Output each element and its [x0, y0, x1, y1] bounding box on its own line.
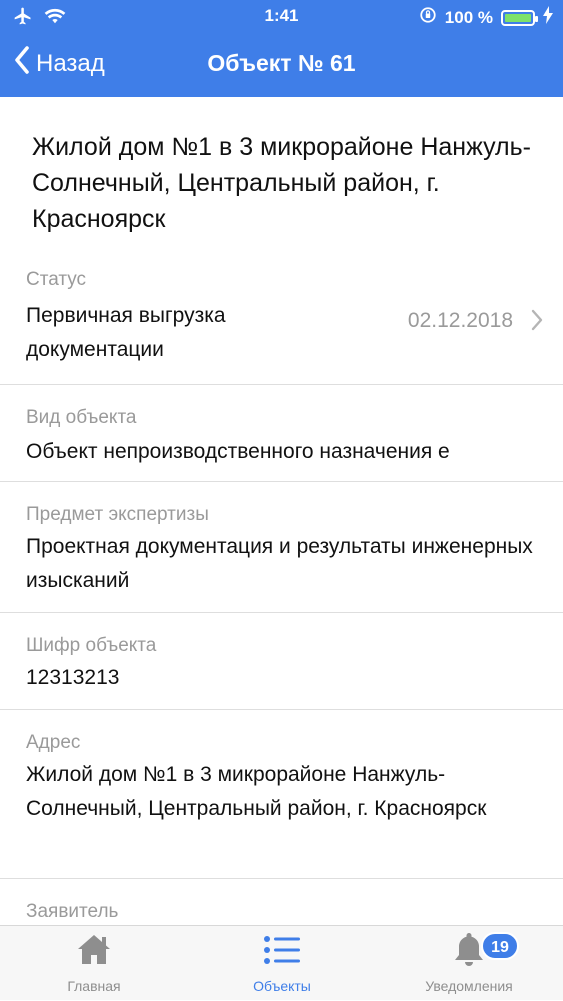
- status-date: 02.12.2018: [407, 309, 513, 332]
- status-right: 100 %: [419, 6, 553, 29]
- status-row[interactable]: Статус Первичная выгрузка документации 0…: [0, 247, 563, 385]
- object-kind-row: Вид объекта Объект непроизводственного н…: [0, 385, 563, 482]
- address-label: Адрес: [26, 732, 81, 753]
- tab-bar: Главная Объекты Уведомления 19: [0, 925, 563, 1000]
- object-heading: Жилой дом №1 в 3 микрорайоне Нанжуль-Сол…: [32, 133, 531, 233]
- navigation-bar: Назад Объект № 61: [0, 34, 563, 97]
- applicant-label: Заявитель: [26, 901, 119, 922]
- applicant-row: Заявитель: [0, 879, 563, 925]
- notification-badge: 19: [481, 932, 519, 960]
- charging-icon: [543, 6, 553, 29]
- battery-icon: [501, 9, 538, 26]
- list-icon: [262, 933, 302, 972]
- object-kind-label: Вид объекта: [26, 407, 137, 428]
- tab-notifications-label: Уведомления: [425, 978, 513, 994]
- address-value: Жилой дом №1 в 3 микрорайоне Нанжуль-Сол…: [26, 763, 487, 820]
- bell-icon: [453, 931, 485, 972]
- status-bar: 1:41 100 %: [0, 0, 563, 34]
- tab-objects-label: Объекты: [253, 978, 311, 994]
- tab-home[interactable]: Главная: [14, 926, 174, 1001]
- home-icon: [76, 931, 112, 972]
- tab-notifications[interactable]: Уведомления 19: [389, 926, 549, 1001]
- orientation-lock-icon: [419, 6, 437, 29]
- object-code-label: Шифр объекта: [26, 635, 157, 656]
- tab-home-label: Главная: [67, 978, 121, 994]
- expertise-subject-row: Предмет экспертизы Проектная документаци…: [0, 482, 563, 613]
- expertise-subject-label: Предмет экспертизы: [26, 504, 209, 525]
- object-code-value: 12313213: [26, 666, 120, 689]
- object-details[interactable]: Жилой дом №1 в 3 микрорайоне Нанжуль-Сол…: [0, 97, 563, 925]
- status-value: Первичная выгрузка документации: [26, 304, 226, 361]
- chevron-right-icon: [531, 309, 543, 336]
- status-label: Статус: [26, 269, 87, 290]
- battery-percent: 100 %: [444, 7, 493, 27]
- address-row: Адрес Жилой дом №1 в 3 микрорайоне Нанжу…: [0, 710, 563, 879]
- page-title: Объект № 61: [207, 50, 356, 76]
- expertise-subject-value: Проектная документация и результаты инже…: [26, 535, 533, 592]
- tab-objects[interactable]: Объекты: [202, 926, 362, 1001]
- object-kind-value: Объект непроизводственного назначения е: [26, 440, 450, 463]
- top-bar: 1:41 100 % Назад Объект № 61: [0, 0, 563, 97]
- object-code-row: Шифр объекта 12313213: [0, 613, 563, 710]
